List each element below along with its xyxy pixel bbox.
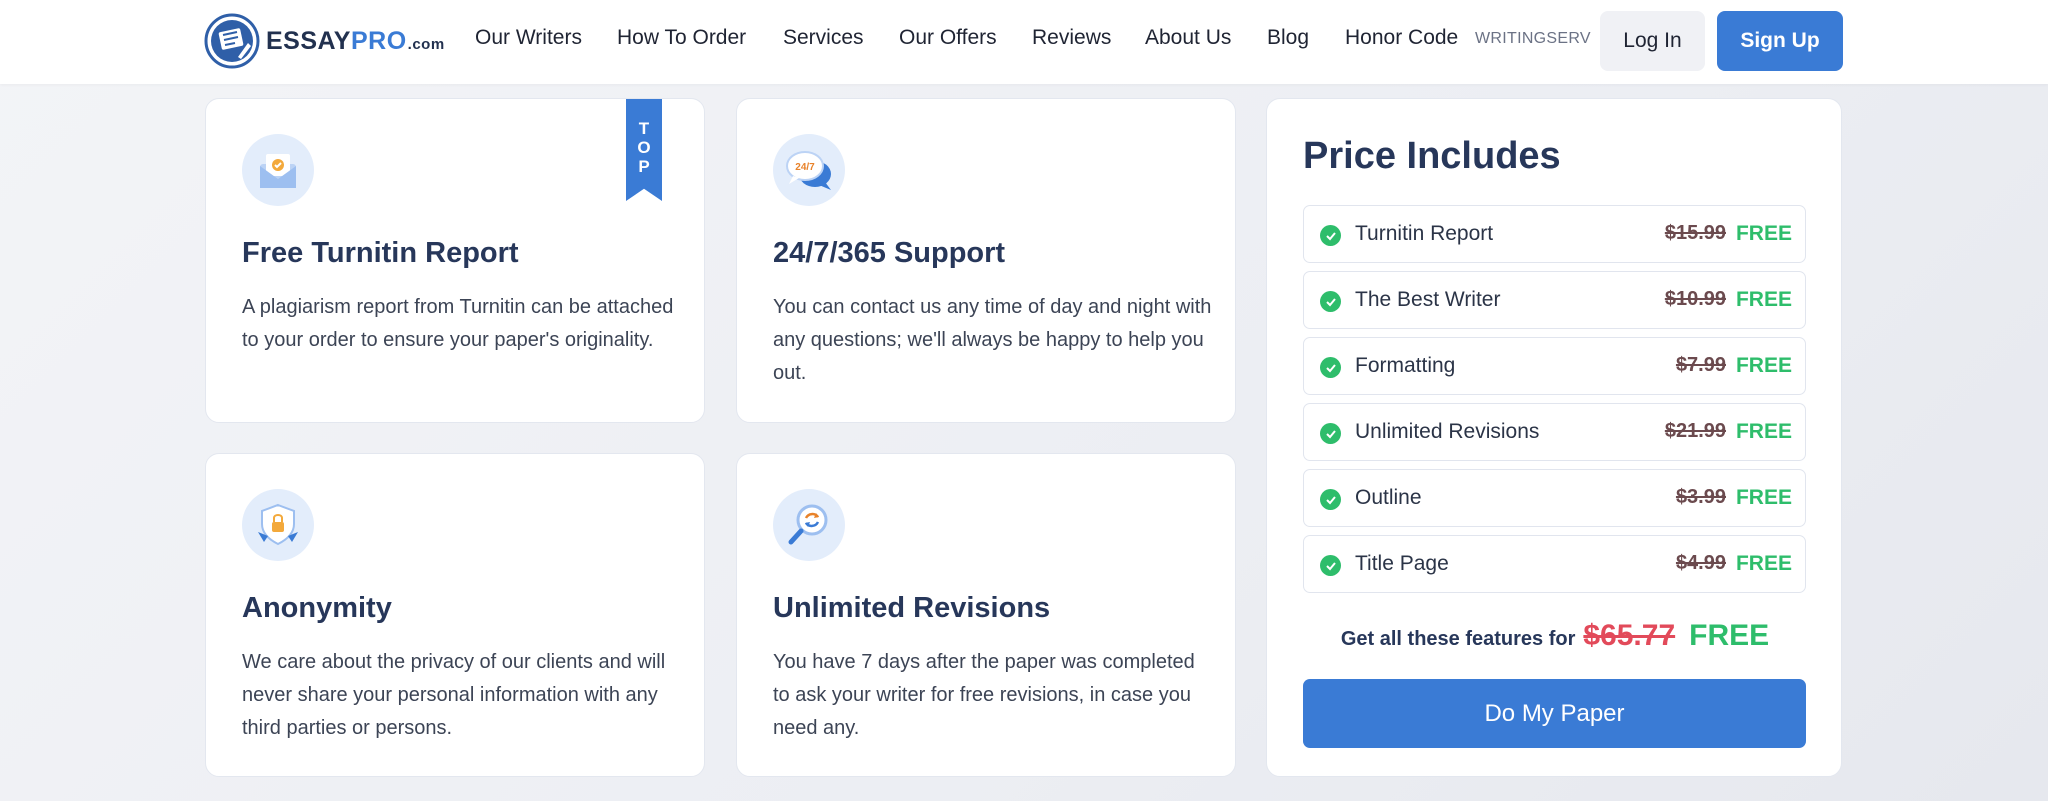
price-item-price: FREE bbox=[1735, 222, 1792, 245]
shield-lock-icon bbox=[242, 489, 314, 561]
do-my-paper-button[interactable]: Do My Paper bbox=[1303, 679, 1806, 748]
feature-title: Anonymity bbox=[242, 592, 392, 624]
price-item-old-price: $15.99 bbox=[1664, 222, 1726, 244]
icon-247-text: 24/7 bbox=[795, 162, 815, 173]
feature-card-anonymity: Anonymity We care about the privacy of o… bbox=[205, 453, 705, 777]
nav-reviews[interactable]: Reviews bbox=[1032, 26, 1111, 50]
logo-brand-accent: PRO bbox=[350, 26, 407, 55]
support-chat-247-icon: 24/7 bbox=[773, 134, 845, 206]
nav-honor-code[interactable]: Honor Code bbox=[1345, 26, 1458, 50]
price-item-label: The Best Writer bbox=[1355, 288, 1501, 311]
feature-title: Free Turnitin Report bbox=[242, 237, 519, 269]
promo-code-label[interactable]: WRITINGSERV bbox=[1475, 30, 1591, 48]
check-circle-icon bbox=[1320, 357, 1341, 378]
check-circle-icon bbox=[1320, 291, 1341, 312]
price-item-price: FREE bbox=[1735, 288, 1792, 311]
price-row: Unlimited Revisions $21.99 FREE bbox=[1303, 403, 1806, 461]
price-item-price: FREE bbox=[1735, 420, 1792, 443]
ribbon-letter: O bbox=[637, 138, 651, 157]
site-header: ESSAY PRO .com Our Writers How To Order Se… bbox=[0, 0, 2048, 84]
feature-card-revisions: Unlimited Revisions You have 7 days afte… bbox=[736, 453, 1236, 777]
nav-our-offers[interactable]: Our Offers bbox=[899, 26, 997, 50]
price-row: Outline $3.99 FREE bbox=[1303, 469, 1806, 527]
nav-blog[interactable]: Blog bbox=[1267, 26, 1309, 50]
feature-card-turnitin: T O P Free Turnitin Report A plagiarism … bbox=[205, 98, 705, 423]
price-item-old-price: $4.99 bbox=[1675, 552, 1726, 574]
nav-our-writers[interactable]: Our Writers bbox=[475, 26, 582, 50]
price-item-label: Turnitin Report bbox=[1355, 222, 1494, 245]
check-circle-icon bbox=[1320, 423, 1341, 444]
feature-description: You have 7 days after the paper was comp… bbox=[773, 651, 1195, 739]
check-circle-icon bbox=[1320, 555, 1341, 576]
check-circle-icon bbox=[1320, 225, 1341, 246]
price-item-price: FREE bbox=[1735, 486, 1792, 509]
price-item-old-price: $21.99 bbox=[1664, 420, 1726, 442]
logo-mark-icon bbox=[204, 13, 260, 69]
signup-button[interactable]: Sign Up bbox=[1717, 11, 1843, 71]
login-button[interactable]: Log In bbox=[1600, 11, 1705, 71]
price-row: Title Page $4.99 FREE bbox=[1303, 535, 1806, 593]
logo-brand-suffix: .com bbox=[407, 35, 445, 53]
magnifier-refresh-icon bbox=[773, 489, 845, 561]
price-item-label: Formatting bbox=[1355, 354, 1456, 377]
nav-how-to-order[interactable]: How To Order bbox=[617, 26, 746, 50]
price-includes-panel: Price Includes Turnitin Report $15.99 FR… bbox=[1266, 98, 1842, 777]
essaypro-logo[interactable]: ESSAY PRO .com bbox=[204, 13, 445, 69]
envelope-check-icon bbox=[242, 134, 314, 206]
price-item-label: Outline bbox=[1355, 486, 1422, 509]
price-item-price: FREE bbox=[1735, 552, 1792, 575]
price-summary: Get all these features for $65.77 FREE bbox=[1267, 619, 1843, 653]
feature-description: We care about the privacy of our clients… bbox=[242, 651, 666, 739]
logo-wordmark: ESSAY PRO .com bbox=[266, 27, 445, 56]
check-circle-icon bbox=[1320, 489, 1341, 510]
price-item-old-price: $7.99 bbox=[1675, 354, 1726, 376]
price-item-price: FREE bbox=[1735, 354, 1792, 377]
nav-about-us[interactable]: About Us bbox=[1145, 26, 1231, 50]
price-row: Formatting $7.99 FREE bbox=[1303, 337, 1806, 395]
ribbon-letter: P bbox=[638, 157, 650, 176]
panel-title: Price Includes bbox=[1303, 135, 1561, 177]
price-row: The Best Writer $10.99 FREE bbox=[1303, 271, 1806, 329]
feature-description: You can contact us any time of day and n… bbox=[773, 296, 1212, 384]
price-item-label: Title Page bbox=[1355, 552, 1449, 575]
price-item-old-price: $3.99 bbox=[1675, 486, 1726, 508]
price-row: Turnitin Report $15.99 FREE bbox=[1303, 205, 1806, 263]
summary-price: FREE bbox=[1689, 619, 1770, 652]
nav-services[interactable]: Services bbox=[783, 26, 864, 50]
top-ribbon-badge: T O P bbox=[626, 99, 662, 201]
feature-description: A plagiarism report from Turnitin can be… bbox=[242, 296, 674, 351]
feature-title: 24/7/365 Support bbox=[773, 237, 1006, 269]
summary-old-price: $65.77 bbox=[1583, 619, 1676, 652]
summary-text: Get all these features for bbox=[1340, 628, 1576, 650]
feature-title: Unlimited Revisions bbox=[773, 592, 1051, 624]
logo-brand-main: ESSAY bbox=[266, 26, 351, 55]
feature-card-support: 24/7 24/7/365 Support You can contact us… bbox=[736, 98, 1236, 423]
price-item-old-price: $10.99 bbox=[1664, 288, 1726, 310]
price-item-label: Unlimited Revisions bbox=[1355, 420, 1540, 443]
ribbon-letter: T bbox=[638, 119, 650, 138]
